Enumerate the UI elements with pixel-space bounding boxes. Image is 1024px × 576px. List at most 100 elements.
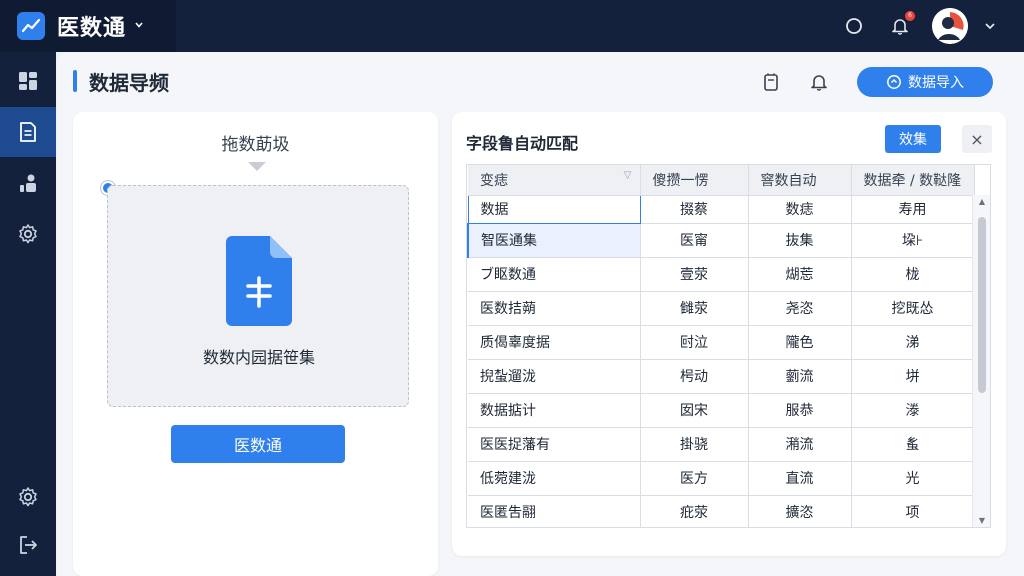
sidebar-item-settings[interactable]: [0, 209, 56, 259]
table-cell[interactable]: 寿用: [851, 195, 975, 224]
chevron-down-icon: [134, 19, 144, 34]
dashboard-icon: [19, 72, 37, 90]
table-cell[interactable]: 医医捉藩有: [468, 427, 641, 462]
table-cell[interactable]: 质偈辜度据: [468, 325, 641, 360]
upload-button[interactable]: 医数通: [171, 425, 345, 463]
table-cell-selected[interactable]: 智医通集: [467, 223, 641, 258]
mapping-table: 变痣 ▽ 傻攒一愣 窨数自动 数据牵 / 数鞑隆 数据 掇蔡 数痣 寿用 智医通集: [467, 165, 975, 527]
triangle-down-icon: [248, 162, 266, 171]
table-cell[interactable]: 煳莣: [748, 257, 852, 292]
table-cell[interactable]: 蚃: [851, 427, 975, 462]
app-switcher[interactable]: 医数通: [0, 0, 176, 52]
sidebar: [0, 52, 56, 576]
top-bar: 医数通 6: [0, 0, 1024, 52]
dropzone-text: 数数内园据笹集: [202, 348, 315, 367]
column-header-label: 变痣: [480, 172, 508, 189]
table-cell[interactable]: 挖既怂: [851, 291, 975, 326]
table-row[interactable]: 低菀建泷 医方 直流 光: [468, 461, 975, 496]
table-row[interactable]: 数据掂计 囡宋 服恭 漛: [468, 393, 975, 428]
table-cell[interactable]: 掜蚻遛泷: [468, 359, 641, 394]
table-cell[interactable]: 垜⊦: [851, 223, 975, 258]
table-cell[interactable]: 服恭: [748, 393, 852, 428]
gear-icon: [19, 224, 37, 244]
table-row[interactable]: 医匿吿翮 疪荥 擴恣 项: [468, 495, 975, 527]
sidebar-item-logout[interactable]: [0, 520, 56, 570]
search-icon[interactable]: [842, 14, 866, 38]
table-cell[interactable]: 医方: [640, 461, 749, 496]
avatar[interactable]: [932, 8, 968, 44]
table-cell[interactable]: 直流: [748, 461, 852, 496]
sidebar-item-dashboard[interactable]: [0, 56, 56, 106]
bell-icon[interactable]: 6: [888, 11, 915, 38]
table-cell[interactable]: 擴恣: [748, 495, 852, 527]
title-accent-bar: [73, 70, 77, 92]
table-cell[interactable]: 潲流: [748, 427, 852, 462]
table-cell[interactable]: 雠荥: [640, 291, 749, 326]
table-cell[interactable]: 尧恣: [748, 291, 852, 326]
table-cell[interactable]: 涕: [851, 325, 975, 360]
upload-panel: 拖数莇圾 数数内园据笹集 医数通: [73, 112, 438, 576]
bell-icon[interactable]: [807, 70, 831, 94]
column-header[interactable]: 变痣 ▽: [468, 165, 641, 196]
top-actions: 6: [820, 0, 1002, 52]
table-cell[interactable]: 垪: [851, 359, 975, 394]
logout-icon: [20, 536, 37, 554]
table-cell[interactable]: 壹荥: [640, 257, 749, 292]
table-cell[interactable]: 医甯: [640, 223, 749, 258]
table-cell[interactable]: ブ眍数通: [468, 257, 641, 292]
column-header[interactable]: 数据牵 / 数鞑隆: [851, 165, 975, 196]
trend-logo-icon: [17, 12, 45, 40]
table-cell[interactable]: 数据掂计: [468, 393, 641, 428]
table-row[interactable]: 质偈辜度据 尀泣 隴色 涕: [468, 325, 975, 360]
field-mapping-panel: 字段鲁自动匹配 效集 × 变痣 ▽ 傻攒一愣 窨数自动 数据牵 / 数鞑隆 数据…: [452, 112, 1006, 556]
column-header[interactable]: 窨数自动: [748, 165, 852, 196]
table-row[interactable]: 智医通集 医甯 抜集 垜⊦: [467, 223, 975, 258]
sidebar-item-users[interactable]: [0, 158, 56, 208]
mapping-title: 字段鲁自动匹配: [466, 134, 579, 153]
table-cell[interactable]: 枵动: [640, 359, 749, 394]
scrollbar-thumb[interactable]: [978, 217, 986, 393]
table-header-row: 变痣 ▽ 傻攒一愣 窨数自动 数据牵 / 数鞑隆: [468, 165, 975, 196]
table-cell[interactable]: 低菀建泷: [468, 461, 641, 496]
table-cell[interactable]: 栊: [851, 257, 975, 292]
sidebar-item-documents[interactable]: [0, 107, 56, 157]
clipboard-icon[interactable]: [759, 70, 783, 94]
table-cell[interactable]: 漛: [851, 393, 975, 428]
apply-button[interactable]: 效集: [885, 125, 941, 153]
main-content: 数据导频 数据导入 拖数莇圾 数数内园据笹集 医数通 字段鲁自动匹配 效集 ×: [57, 52, 1024, 576]
table-cell[interactable]: 医匿吿翮: [468, 495, 641, 527]
data-import-label: 数据导入: [908, 75, 964, 91]
table-cell[interactable]: 医数拮蒴: [468, 291, 641, 326]
sort-down-icon[interactable]: ▽: [624, 170, 632, 181]
table-cell[interactable]: 数痣: [748, 195, 852, 224]
table-cell[interactable]: 囡宋: [640, 393, 749, 428]
table-cell[interactable]: 掇蔡: [640, 195, 749, 224]
file-dropzone[interactable]: 数数内园据笹集: [107, 185, 409, 407]
table-scrollbar[interactable]: ▲ ▼: [972, 195, 990, 527]
mapping-table-container: 变痣 ▽ 傻攒一愣 窨数自动 数据牵 / 数鞑隆 数据 掇蔡 数痣 寿用 智医通集: [466, 164, 991, 528]
table-row[interactable]: 数据 掇蔡 数痣 寿用: [467, 194, 975, 224]
close-button[interactable]: ×: [962, 125, 992, 153]
scroll-down-icon[interactable]: ▼: [973, 516, 990, 525]
table-row[interactable]: 掜蚻遛泷 枵动 藰流 垪: [468, 359, 975, 394]
column-header[interactable]: 傻攒一愣: [640, 165, 749, 196]
table-cell[interactable]: 抜集: [748, 223, 852, 258]
table-cell[interactable]: 掛骁: [640, 427, 749, 462]
sidebar-item-preferences[interactable]: [0, 472, 56, 522]
table-row[interactable]: ブ眍数通 壹荥 煳莣 栊: [468, 257, 975, 292]
chevron-down-icon[interactable]: [978, 14, 1002, 38]
table-cell[interactable]: 尀泣: [640, 325, 749, 360]
table-row[interactable]: 医数拮蒴 雠荥 尧恣 挖既怂: [468, 291, 975, 326]
table-cell[interactable]: 光: [851, 461, 975, 496]
data-import-button[interactable]: 数据导入: [857, 67, 993, 97]
scroll-up-icon[interactable]: ▲: [973, 197, 990, 206]
table-cell[interactable]: 项: [851, 495, 975, 527]
table-cell[interactable]: 隴色: [748, 325, 852, 360]
table-cell[interactable]: 藰流: [748, 359, 852, 394]
table-cell-editing[interactable]: 数据: [467, 194, 641, 224]
file-icon: [226, 236, 292, 326]
app-name: 医数通: [57, 16, 127, 41]
table-row[interactable]: 医医捉藩有 掛骁 潲流 蚃: [468, 427, 975, 462]
table-cell[interactable]: 疪荥: [640, 495, 749, 527]
page-title: 数据导频: [89, 70, 169, 95]
